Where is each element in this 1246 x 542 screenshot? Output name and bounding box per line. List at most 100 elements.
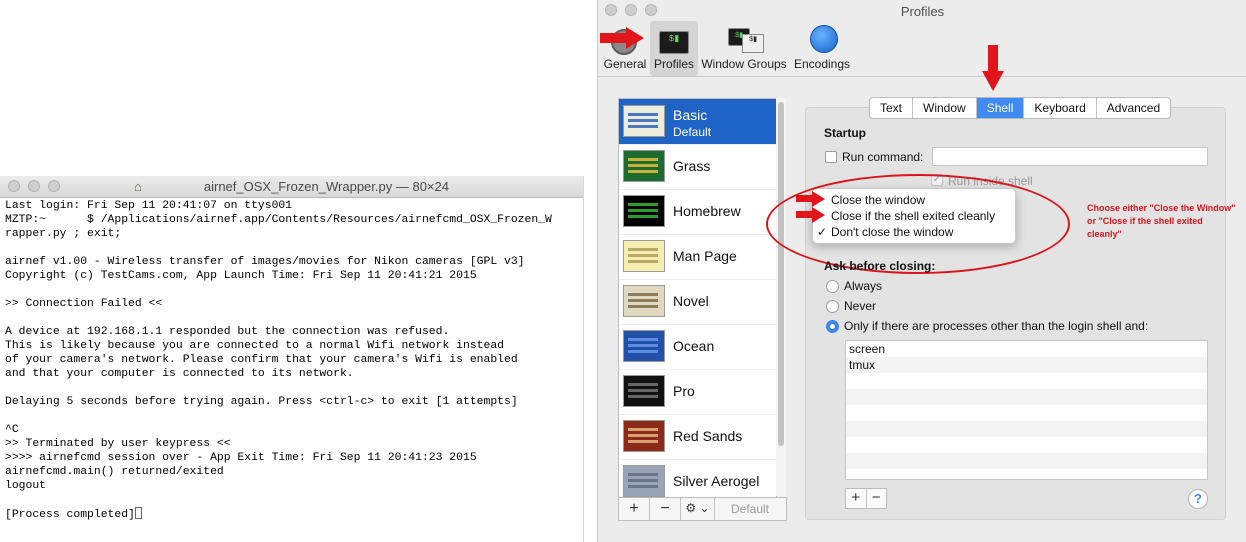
radio-always[interactable] [826,280,839,293]
profile-name: Pro [673,383,695,399]
process-list[interactable]: screen tmux [845,340,1208,480]
globe-icon [810,25,838,53]
profile-item[interactable]: Red Sands [619,414,776,460]
radio-only-if-processes[interactable] [826,320,839,333]
terminal-window: ⌂ airnef_OSX_Frozen_Wrapper.py — 80×24 La… [0,176,584,542]
terminal-line: This is likely because you are connected… [5,340,504,352]
terminal-line: rapper.py ; exit; [5,228,122,240]
profile-item[interactable]: Ocean [619,324,776,370]
profile-thumbnail-icon [623,375,665,407]
terminal-line: >> Terminated by user keypress << [5,438,231,450]
terminal-profile-icon: $▮ [659,31,689,54]
tab-advanced[interactable]: Advanced [1097,98,1170,118]
annotation-note: Choose either "Close the Window" or "Clo… [1087,203,1236,239]
toolbar-general-label: General [603,57,647,71]
help-button[interactable]: ? [1188,489,1208,509]
terminal-title: ⌂ airnef_OSX_Frozen_Wrapper.py — 80×24 [0,179,583,194]
home-folder-icon: ⌂ [134,179,142,194]
process-row [846,389,1207,405]
toolbar-profiles[interactable]: $▮ Profiles [650,24,698,74]
terminal-cursor [134,507,142,519]
terminal-line: Last login: Fri Sep 11 20:41:07 on ttys0… [5,200,293,212]
terminal-output[interactable]: Last login: Fri Sep 11 20:41:07 on ttys0… [5,199,580,521]
terminal-line: Delaying 5 seconds before trying again. … [5,396,518,408]
terminal-title-bar: ⌂ airnef_OSX_Frozen_Wrapper.py — 80×24 [0,176,583,198]
remove-profile-button[interactable]: − [650,498,681,520]
prefs-close-button[interactable] [605,4,617,16]
process-row[interactable]: screen [846,341,1207,357]
terminal-line: >>>> airnefcmd session over - App Exit T… [5,452,477,464]
profile-name: Grass [673,158,711,174]
tab-keyboard[interactable]: Keyboard [1024,98,1097,118]
tab-text[interactable]: Text [870,98,914,118]
process-name: screen [849,342,886,356]
process-row [846,469,1207,479]
process-list-buttons: + − [845,488,887,509]
profile-thumbnail-icon [623,465,665,497]
preferences-window: Profiles General $▮ Profiles $▮ $▮ Windo… [597,0,1246,542]
annotation-arrow-right-icon [600,27,644,49]
toolbar-divider [598,76,1246,77]
profile-list[interactable]: Basic Default Grass Homebrew Man Page Novel Oc… [618,98,777,498]
profile-item[interactable]: Basic Default [619,99,776,145]
profile-settings-tabs: Text Window Shell Keyboard Advanced [869,97,1172,119]
prefs-minimize-button[interactable] [625,4,637,16]
annotation-arrow-down-icon [982,45,1004,93]
profile-thumbnail-icon [623,240,665,272]
tab-shell[interactable]: Shell [976,98,1025,118]
preferences-title: Profiles [900,4,945,19]
profile-item[interactable]: Novel [619,279,776,325]
terminal-line: airnefcmd.main() returned/exited [5,466,224,478]
terminal-line: of your camera's network. Please confirm… [5,354,518,366]
toolbar-encodings-label: Encodings [793,57,851,71]
terminal-line: ^C [5,424,19,436]
window-groups-icon-back: $▮ [742,34,764,53]
default-profile-button[interactable]: Default [715,498,785,520]
radio-always-label: Always [844,279,883,293]
tab-window[interactable]: Window [913,98,977,118]
ask-before-closing-heading: Ask before closing: [824,259,936,273]
profile-thumbnail-icon [623,285,665,317]
terminal-line: >> Connection Failed << [5,298,163,310]
profile-thumbnail-icon [623,420,665,452]
process-name: tmux [849,358,876,372]
profile-item[interactable]: Man Page [619,234,776,280]
profile-actions-gear-button[interactable]: ⚙ ⌄ [681,498,715,520]
run-command-field[interactable] [932,147,1208,166]
add-profile-button[interactable]: + [619,498,650,520]
profile-name: Homebrew [673,203,741,219]
process-row[interactable]: tmux [846,357,1207,373]
toolbar-window-groups[interactable]: $▮ $▮ Window Groups [700,24,788,74]
radio-never[interactable] [826,300,839,313]
radio-only-if-processes-label: Only if there are processes other than t… [844,319,1149,333]
toolbar-window-groups-label: Window Groups [701,57,787,71]
profile-list-scrollbar-thumb[interactable] [778,102,784,446]
profile-name: Silver Aerogel [673,473,760,489]
toolbar-profiles-label: Profiles [653,57,694,71]
radio-never-label: Never [844,299,877,313]
profile-name: Red Sands [673,428,743,444]
profile-list-buttons: + − ⚙ ⌄ Default [618,497,787,521]
run-command-checkbox[interactable] [825,151,837,163]
startup-heading: Startup [824,126,866,140]
profile-item[interactable]: Grass [619,144,776,190]
remove-process-button[interactable]: − [867,489,887,508]
profile-name: Man Page [673,248,737,264]
profile-name: Basic [673,107,708,123]
profile-thumbnail-icon [623,150,665,182]
terminal-line: airnef v1.00 - Wireless transfer of imag… [5,256,525,268]
profile-item[interactable]: Homebrew [619,189,776,235]
profile-item[interactable]: Pro [619,369,776,415]
process-row [846,373,1207,389]
profile-item[interactable]: Silver Aerogel [619,459,776,497]
profile-thumbnail-icon [623,105,665,137]
prefs-zoom-button[interactable] [645,4,657,16]
profile-name: Ocean [673,338,715,354]
terminal-line: A device at 192.168.1.1 responded but th… [5,326,450,338]
add-process-button[interactable]: + [846,489,867,508]
terminal-line: MZTP:~ $ /Applications/airnef.app/Conten… [5,214,552,226]
